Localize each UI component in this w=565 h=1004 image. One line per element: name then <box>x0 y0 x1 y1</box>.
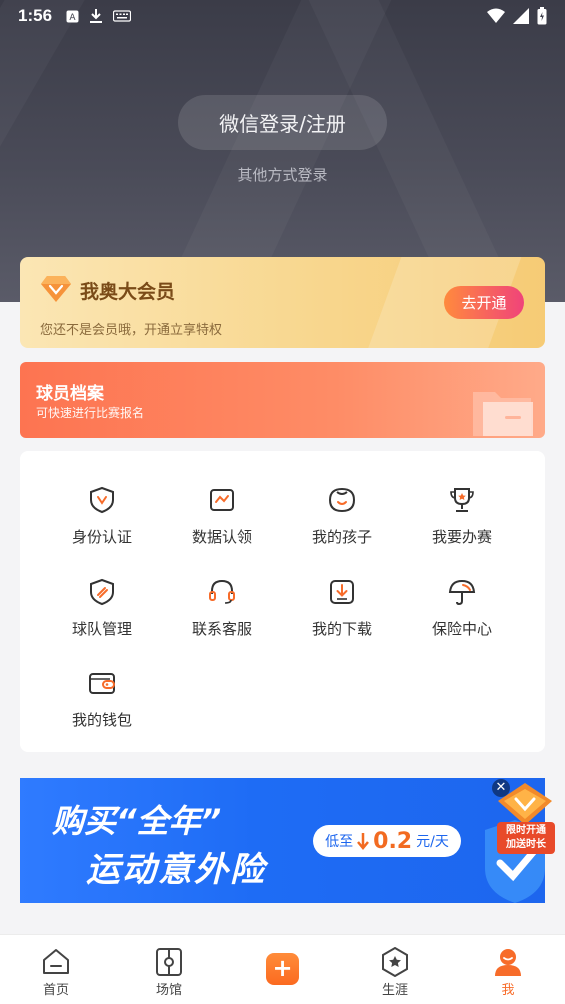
grid-label: 联系客服 <box>191 620 252 638</box>
down-arrow-icon <box>357 833 370 850</box>
headset-icon <box>209 579 235 604</box>
price-prefix: 低至 <box>325 834 354 850</box>
folder-icon <box>473 392 533 436</box>
promo-label[interactable]: 限时开通 加送时长 <box>497 822 555 854</box>
shield-v-icon <box>90 486 114 514</box>
banner-line1-a: 购买 <box>52 802 117 840</box>
tab-label: 首页 <box>42 983 69 998</box>
tab-label: 我 <box>501 983 515 998</box>
team-shield-icon <box>90 578 114 606</box>
grid-item-customer-service[interactable]: 联系客服 <box>162 578 282 658</box>
vip-open-button[interactable]: 去开通 <box>444 286 524 319</box>
download-notification-icon <box>90 9 103 23</box>
price-pill: 低至 0.2 元/天 <box>313 825 461 857</box>
trophy-icon <box>450 488 474 512</box>
tab-label: 生涯 <box>381 983 408 998</box>
archive-subtitle: 可快速进行比赛报名 <box>36 406 145 420</box>
grid-label: 我要办赛 <box>431 528 492 546</box>
vip-title: 我奥大会员 <box>80 281 176 303</box>
umbrella-icon <box>448 579 476 606</box>
career-badge-icon <box>382 947 408 977</box>
promo-close-button[interactable]: ✕ <box>492 779 510 797</box>
grid-item-identity[interactable]: 身份认证 <box>42 486 162 566</box>
insurance-banner[interactable]: 购买“全年” 运动意外险 低至 0.2 元/天 <box>20 778 545 903</box>
promo-line2: 加送时长 <box>506 839 546 850</box>
banner-line1: 购买“全年” <box>52 796 221 842</box>
grid-item-data-claim[interactable]: 数据认领 <box>162 486 282 566</box>
grid-item-host-event[interactable]: 我要办赛 <box>402 486 522 566</box>
child-face-icon <box>328 487 356 513</box>
archive-title: 球员档案 <box>36 384 104 404</box>
battery-icon <box>537 7 547 25</box>
vip-subtitle: 您还不是会员哦，开通立享特权 <box>40 323 223 338</box>
banner-line2: 运动意外险 <box>86 850 266 890</box>
tab-label: 场馆 <box>155 983 182 998</box>
profile-icon <box>495 949 521 976</box>
grid-label: 我的钱包 <box>71 711 132 729</box>
grid-label: 数据认领 <box>191 528 252 546</box>
keyboard-notification-icon <box>113 10 132 22</box>
player-archive-card[interactable]: 球员档案 可快速进行比赛报名 <box>20 362 545 438</box>
other-login-link[interactable]: 其他方式登录 <box>0 164 565 185</box>
grid-item-my-wallet[interactable]: 我的钱包 <box>42 669 162 749</box>
feature-grid: 身份认证 数据认领 我的孩子 我要办赛 球队管理 联系客服 我的下载 保险中心 … <box>20 451 545 752</box>
grid-item-team-management[interactable]: 球队管理 <box>42 578 162 658</box>
wallet-icon <box>89 673 115 694</box>
banner-line1-b: “全年” <box>116 802 222 840</box>
grid-label: 我的孩子 <box>311 528 372 546</box>
wifi-icon <box>487 8 505 23</box>
tab-career[interactable]: 生涯 <box>355 935 435 1004</box>
grid-label: 保险中心 <box>431 620 492 638</box>
create-plus-button[interactable]: + <box>266 953 299 985</box>
font-notification-icon: A <box>66 10 79 23</box>
wechat-login-button[interactable]: 微信登录/注册 <box>178 95 387 150</box>
grid-label: 球队管理 <box>71 620 132 638</box>
grid-item-my-children[interactable]: 我的孩子 <box>282 486 402 566</box>
grid-item-my-downloads[interactable]: 我的下载 <box>282 578 402 658</box>
vip-diamond-icon <box>41 276 71 302</box>
status-bar: 1:56 A <box>0 0 565 32</box>
price-unit: 元/天 <box>416 834 449 850</box>
grid-item-insurance-center[interactable]: 保险中心 <box>402 578 522 658</box>
grid-label: 身份认证 <box>71 528 132 546</box>
signal-icon <box>513 8 529 24</box>
price-value: 0.2 <box>373 828 413 854</box>
download-icon <box>330 580 354 604</box>
svg-text:A: A <box>69 13 76 23</box>
tab-me[interactable]: 我 <box>468 935 548 1004</box>
home-icon <box>43 949 69 974</box>
tab-home[interactable]: 首页 <box>16 935 96 1004</box>
tab-venue[interactable]: 场馆 <box>129 935 209 1004</box>
promo-line1: 限时开通 <box>506 825 546 836</box>
status-time: 1:56 <box>18 6 53 25</box>
chart-card-icon <box>210 489 234 511</box>
grid-label: 我的下载 <box>311 620 372 638</box>
venue-icon <box>156 948 182 976</box>
